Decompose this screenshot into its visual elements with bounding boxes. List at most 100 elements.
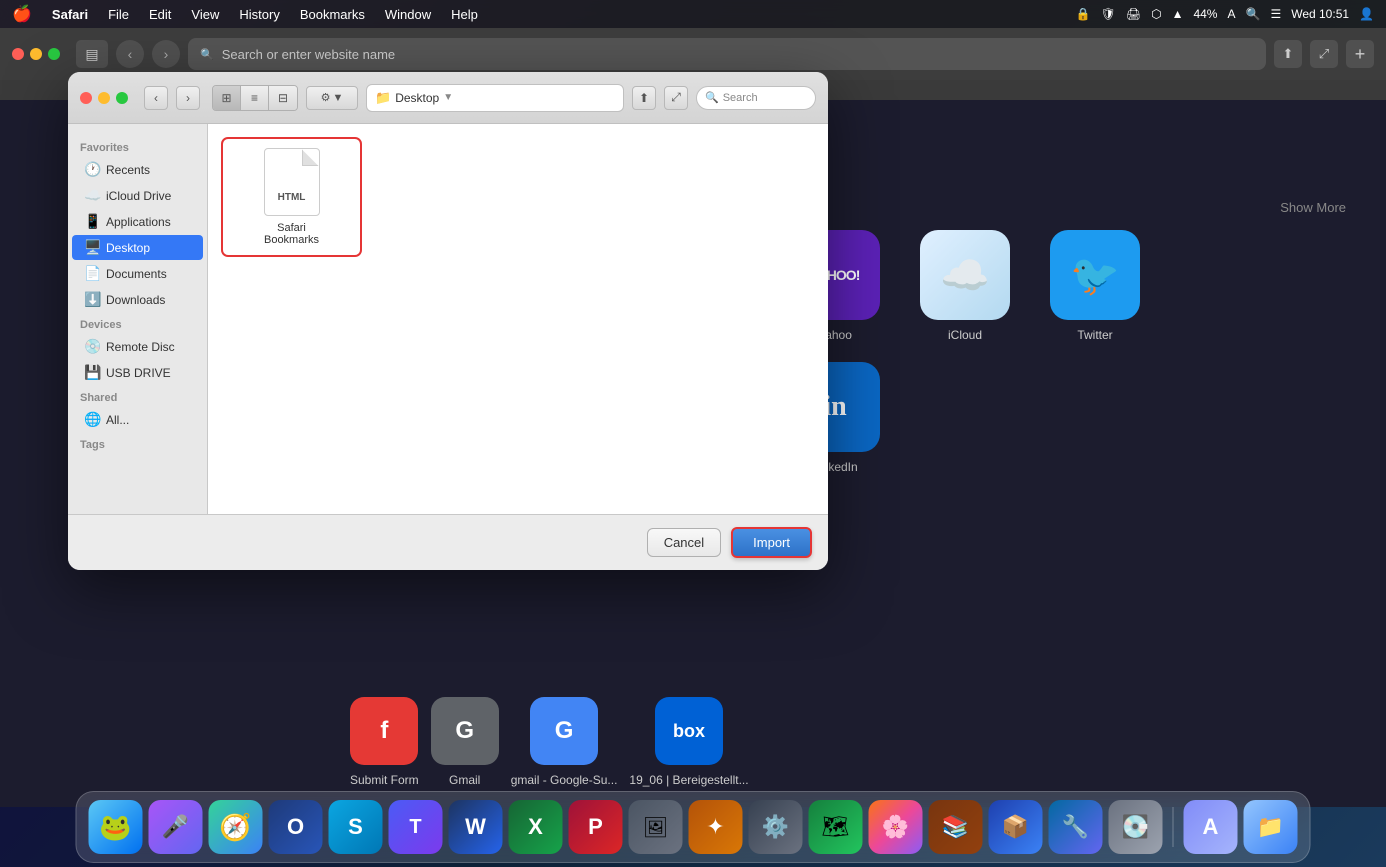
dock-item-appstore[interactable]: A — [1184, 800, 1238, 854]
bookmark-twitter[interactable]: 🐦 Twitter — [1040, 230, 1150, 342]
close-button[interactable] — [12, 48, 24, 60]
books-icon: 📚 — [942, 814, 969, 840]
sidebar-item-recents[interactable]: 🕐 Recents — [72, 157, 203, 182]
dialog-fullscreen-button[interactable] — [116, 92, 128, 104]
shared-section-label: Shared — [68, 386, 207, 406]
dock-item-xcode[interactable]: 🔧 — [1049, 800, 1103, 854]
dock-item-virtualbox[interactable]: 📦 — [989, 800, 1043, 854]
fullscreen-button[interactable] — [48, 48, 60, 60]
print-icon: 🖨 — [1126, 7, 1141, 21]
new-folder-button[interactable]: ⤢ — [664, 86, 688, 110]
dialog-forward-button[interactable]: › — [176, 86, 200, 110]
favorites-section-label: Favorites — [68, 136, 207, 156]
sidebar-item-applications[interactable]: 📱 Applications — [72, 209, 203, 234]
photos-icon: 🌸 — [882, 814, 909, 840]
share-button[interactable]: ⬆ — [1274, 40, 1302, 68]
notification-icon[interactable]: ☰ — [1270, 7, 1281, 21]
sidebar-item-remote-disc[interactable]: 💿 Remote Disc — [72, 334, 203, 359]
dock-item-disk[interactable]: 💽 — [1109, 800, 1163, 854]
import-button[interactable]: Import — [731, 527, 812, 558]
menu-bookmarks[interactable]: Bookmarks — [292, 5, 373, 24]
dock-item-safari[interactable]: 🧭 — [209, 800, 263, 854]
show-more-button[interactable]: Show More — [1280, 200, 1346, 215]
search-placeholder: Search — [723, 92, 758, 104]
dock-item-folder[interactable]: 📁 — [1244, 800, 1298, 854]
recents-label: Recents — [106, 163, 150, 177]
applications-icon: 📱 — [84, 213, 100, 230]
dialog-search-bar[interactable]: 🔍 Search — [696, 86, 816, 110]
sidebar-item-documents[interactable]: 📄 Documents — [72, 261, 203, 286]
location-dropdown-arrow[interactable]: ▼ — [443, 92, 453, 103]
dialog-sidebar: Favorites 🕐 Recents ☁️ iCloud Drive 📱 Ap… — [68, 124, 208, 514]
back-button[interactable]: ‹ — [116, 40, 144, 68]
sidebar-toggle-button[interactable]: ▤ — [76, 40, 108, 68]
submit-form-icon[interactable]: f Submit Form — [350, 697, 419, 787]
bluetooth-icon: ⬡ — [1151, 7, 1161, 21]
preview-icon: 🖼 — [643, 815, 668, 840]
excel-icon: X — [528, 814, 543, 840]
menu-edit[interactable]: Edit — [141, 5, 179, 24]
sidebar-item-downloads[interactable]: ⬇️ Downloads — [72, 287, 203, 312]
forward-button[interactable]: › — [152, 40, 180, 68]
sidebar-item-all[interactable]: 🌐 All... — [72, 407, 203, 432]
dock-item-finder[interactable]: 🐸 — [89, 800, 143, 854]
menu-view[interactable]: View — [183, 5, 227, 24]
dock-item-settings[interactable]: ⚙️ — [749, 800, 803, 854]
dock-item-preview[interactable]: 🖼 — [629, 800, 683, 854]
dock-item-photos[interactable]: 🌸 — [869, 800, 923, 854]
menu-window[interactable]: Window — [377, 5, 439, 24]
spotlight-icon[interactable]: 🔍 — [1246, 7, 1261, 21]
sidebar-item-usb-drive[interactable]: 💾 USB DRIVE — [72, 360, 203, 385]
gmail2-icon[interactable]: G gmail - Google-Su... — [511, 697, 618, 787]
tags-section-label: Tags — [68, 433, 207, 453]
dock-item-maps[interactable]: 🗺 — [809, 800, 863, 854]
dock-item-word[interactable]: W — [449, 800, 503, 854]
user-avatar[interactable]: 👤 — [1359, 7, 1374, 21]
menu-help[interactable]: Help — [443, 5, 486, 24]
all-icon: 🌐 — [84, 411, 100, 428]
twitter-icon: 🐦 — [1050, 230, 1140, 320]
menu-history[interactable]: History — [231, 5, 287, 24]
remote-disc-icon: 💿 — [84, 338, 100, 355]
dock-item-excel[interactable]: X — [509, 800, 563, 854]
gear-action-button[interactable]: ⚙ ▼ — [306, 86, 358, 110]
xcode-icon: 🔧 — [1062, 814, 1089, 840]
url-bar[interactable]: 🔍 Search or enter website name — [188, 38, 1266, 70]
menu-safari[interactable]: Safari — [44, 5, 96, 24]
new-tab-button[interactable]: + — [1346, 40, 1374, 68]
file-item-safari-bookmarks[interactable]: HTML Safari Bookmarks — [224, 140, 359, 254]
dock-item-siri[interactable]: 🎤 — [149, 800, 203, 854]
icon-view-button[interactable]: ⊞ — [213, 86, 241, 110]
gmail-icon[interactable]: G Gmail — [431, 697, 499, 787]
dock-item-powerpoint[interactable]: P — [569, 800, 623, 854]
dialog-minimize-button[interactable] — [98, 92, 110, 104]
apple-menu-icon[interactable]: 🍎 — [12, 4, 32, 24]
column-view-button[interactable]: ⊟ — [269, 86, 297, 110]
dock-item-outlook[interactable]: O — [269, 800, 323, 854]
dialog-footer: Cancel Import — [68, 514, 828, 570]
file-label-safari-bookmarks: Safari Bookmarks — [252, 222, 332, 246]
box-icon[interactable]: box 19_06 | Bereigestellt... — [629, 697, 748, 787]
location-text: Desktop — [395, 91, 439, 105]
dialog-back-button[interactable]: ‹ — [144, 86, 168, 110]
cancel-button[interactable]: Cancel — [647, 528, 721, 557]
dock-item-books[interactable]: 📚 — [929, 800, 983, 854]
virtualbox-icon: 📦 — [1002, 814, 1029, 840]
list-view-button[interactable]: ≡ — [241, 86, 269, 110]
reader-button[interactable]: ⤢ — [1310, 40, 1338, 68]
icloud-label: iCloud — [948, 328, 982, 342]
gear-icon: ⚙ — [321, 91, 331, 104]
dialog-close-button[interactable] — [80, 92, 92, 104]
bookmark-icloud[interactable]: ☁️ iCloud — [910, 230, 1020, 342]
share-action-button[interactable]: ⬆ — [632, 86, 656, 110]
sidebar-item-desktop[interactable]: 🖥️ Desktop — [72, 235, 203, 260]
dock-item-teams[interactable]: T — [389, 800, 443, 854]
dock-item-ai[interactable]: ✦ — [689, 800, 743, 854]
teams-icon: T — [409, 816, 421, 839]
sidebar-item-icloud[interactable]: ☁️ iCloud Drive — [72, 183, 203, 208]
minimize-button[interactable] — [30, 48, 42, 60]
menubar: 🍎 Safari File Edit View History Bookmark… — [0, 0, 1386, 28]
dock-item-skype[interactable]: S — [329, 800, 383, 854]
ai-icon: ✦ — [706, 814, 724, 840]
menu-file[interactable]: File — [100, 5, 137, 24]
